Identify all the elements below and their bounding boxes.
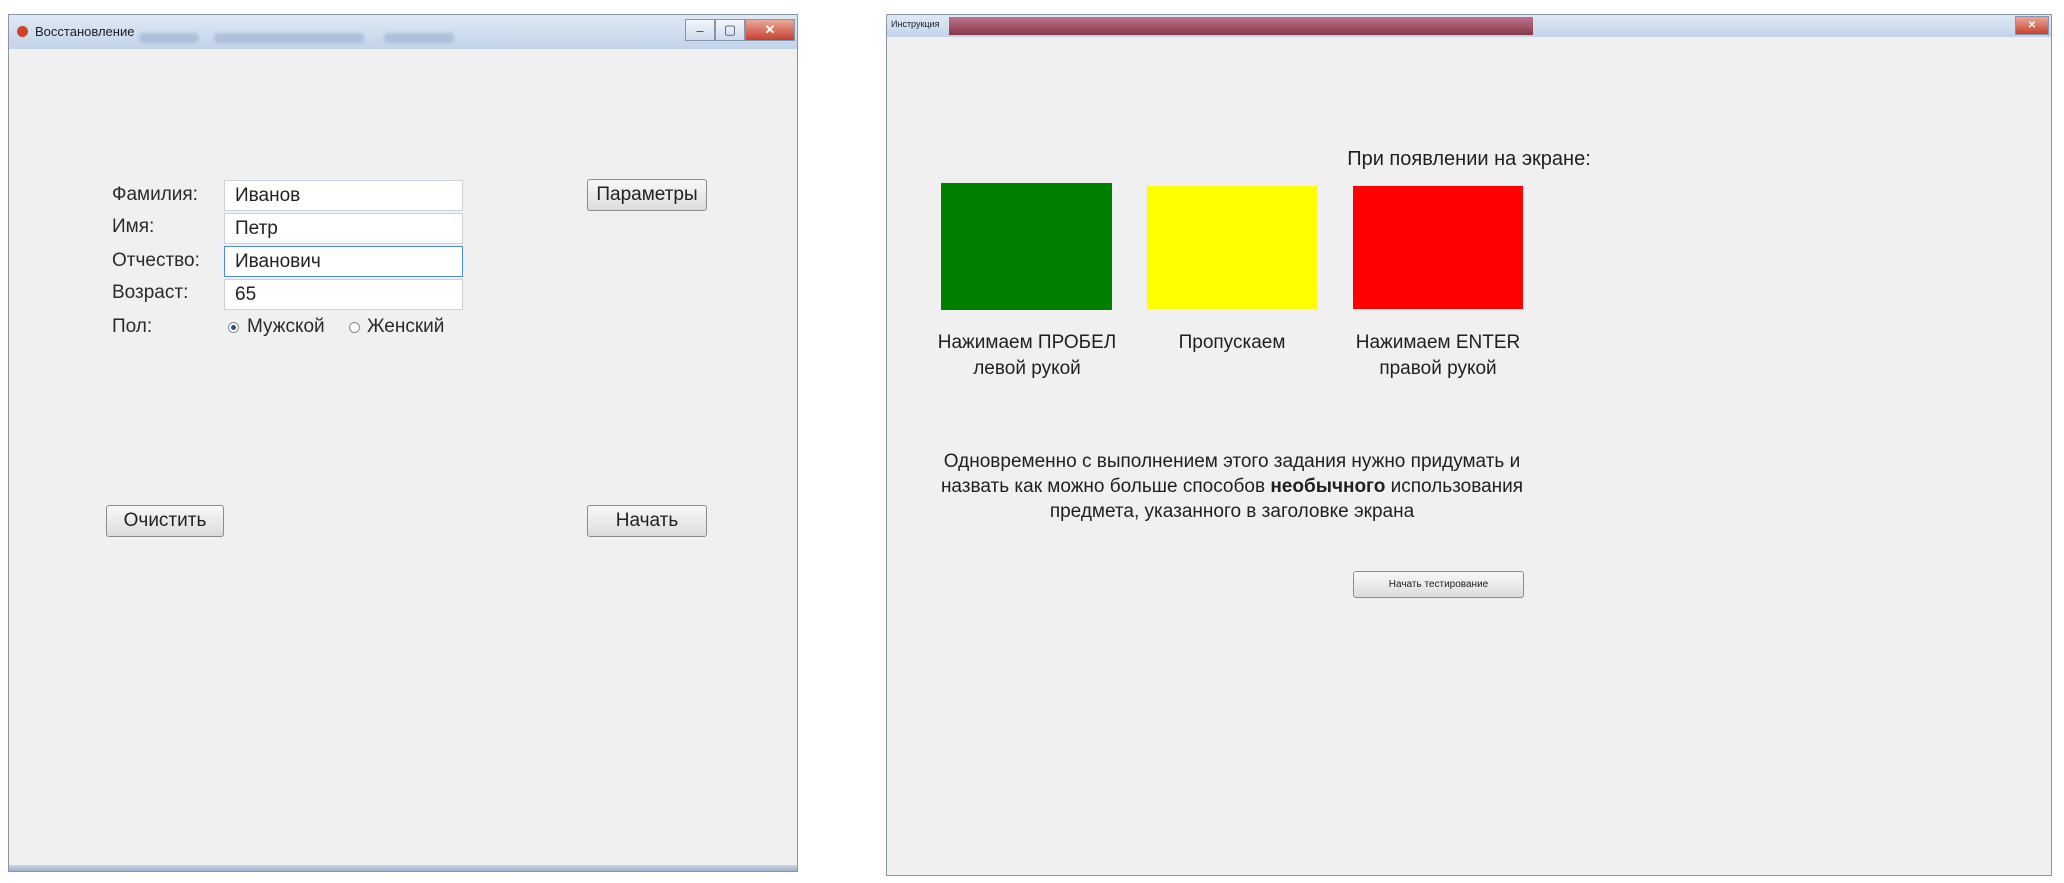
radio-male-indicator[interactable] bbox=[228, 322, 239, 333]
close-icon[interactable]: ✕ bbox=[745, 19, 795, 41]
gender-label: Пол: bbox=[112, 316, 153, 337]
window-bottom-border bbox=[9, 865, 797, 871]
yellow-caption-line1: Пропускаем bbox=[1178, 332, 1286, 353]
app-icon bbox=[17, 26, 28, 37]
restore-window-titlebar: Восстановление – ▢ ✕ bbox=[9, 15, 797, 49]
name-field[interactable]: Петр bbox=[224, 213, 463, 244]
instruction-line2-after: использования bbox=[1385, 476, 1524, 497]
minimize-icon[interactable]: – bbox=[685, 19, 715, 41]
red-caption: Нажимаем ENTER правой рукой bbox=[1338, 330, 1538, 382]
patronymic-label: Отчество: bbox=[112, 250, 200, 271]
instruction-line2: назвать как можно больше способов необыч… bbox=[887, 474, 1577, 499]
start-test-button[interactable]: Начать тестирование bbox=[1353, 571, 1524, 598]
blurred-tab-decoration bbox=[139, 33, 199, 43]
green-caption-line1: Нажимаем ПРОБЕЛ bbox=[937, 332, 1117, 353]
age-label: Возраст: bbox=[112, 282, 189, 303]
instruction-line1: Одновременно с выполнением этого задания… bbox=[943, 451, 1521, 472]
instruction-heading: При появлении на экране: bbox=[1347, 148, 1591, 170]
green-square bbox=[941, 183, 1112, 310]
instruction-line2-bold: необычного bbox=[1270, 476, 1386, 497]
yellow-square bbox=[1147, 186, 1317, 309]
instruction-line2-before: назвать как можно больше способов bbox=[940, 476, 1271, 497]
radio-female-indicator[interactable] bbox=[349, 322, 360, 333]
window-controls: – ▢ ✕ bbox=[685, 19, 795, 41]
green-caption: Нажимаем ПРОБЕЛ левой рукой bbox=[927, 330, 1127, 382]
start-button[interactable]: Начать bbox=[587, 505, 707, 537]
restore-window: Восстановление – ▢ ✕ Фамилия: Иванов Имя… bbox=[8, 14, 798, 872]
blurred-tab-decoration bbox=[214, 33, 364, 43]
surname-field[interactable]: Иванов bbox=[224, 180, 463, 211]
window-title: Восстановление bbox=[35, 24, 135, 39]
instruction-window: Инструкция ✕ При появлении на экране: На… bbox=[886, 14, 2052, 876]
radio-male-label[interactable]: Мужской bbox=[247, 316, 325, 338]
red-square bbox=[1353, 186, 1523, 309]
instruction-paragraph: Одновременно с выполнением этого задания… bbox=[887, 449, 1577, 524]
instruction-window-titlebar: Инструкция ✕ bbox=[887, 15, 2051, 37]
age-field[interactable]: 65 bbox=[224, 279, 463, 310]
clear-button[interactable]: Очистить bbox=[106, 505, 224, 537]
blurred-tab-decoration bbox=[384, 33, 454, 43]
radio-female-label[interactable]: Женский bbox=[367, 316, 444, 338]
patronymic-field[interactable]: Иванович bbox=[224, 246, 463, 277]
close-icon[interactable]: ✕ bbox=[2015, 16, 2049, 35]
maximize-icon[interactable]: ▢ bbox=[715, 19, 745, 41]
instruction-line3: предмета, указанного в заголовке экрана bbox=[1049, 501, 1415, 522]
window-title: Инструкция bbox=[891, 19, 940, 29]
green-caption-line2: левой рукой bbox=[973, 358, 1081, 379]
titlebar-decoration bbox=[949, 17, 1533, 35]
name-label: Имя: bbox=[112, 216, 155, 237]
surname-label: Фамилия: bbox=[112, 184, 198, 205]
params-button[interactable]: Параметры bbox=[587, 179, 707, 211]
red-caption-line1: Нажимаем ENTER bbox=[1355, 332, 1521, 353]
yellow-caption: Пропускаем bbox=[1132, 330, 1332, 356]
red-caption-line2: правой рукой bbox=[1379, 358, 1497, 379]
